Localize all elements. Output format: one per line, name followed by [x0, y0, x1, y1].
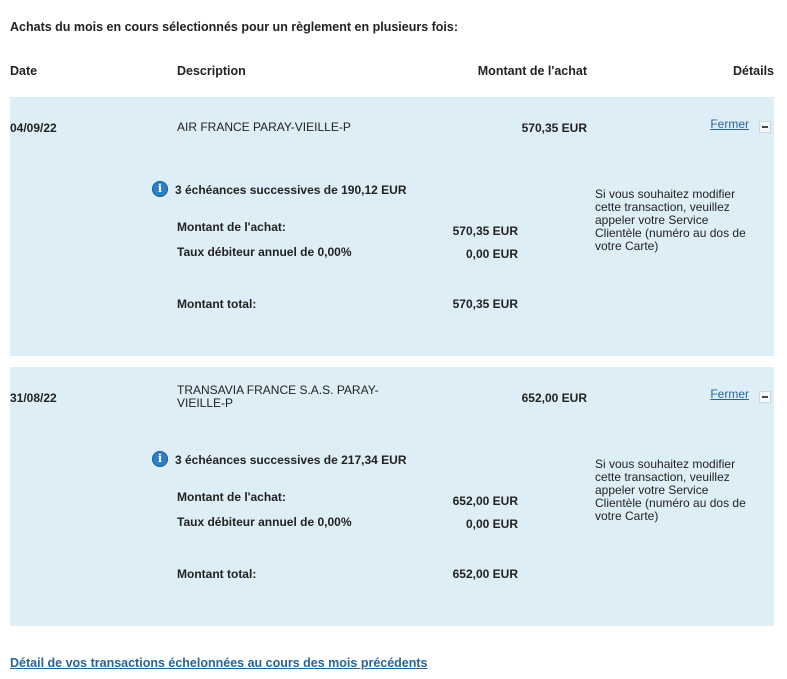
close-details-link[interactable]: Fermer [710, 387, 749, 401]
transaction-date: 04/09/22 [10, 121, 57, 135]
purchase-amount-label: Montant de l'achat: [177, 490, 286, 504]
header-details: Détails [733, 64, 774, 78]
info-icon: i [152, 181, 168, 197]
purchase-amount-value: 570,35 EUR [452, 224, 518, 238]
installments-summary: 3 échéances successives de 217,34 EUR [175, 453, 407, 467]
collapse-minus-icon[interactable] [759, 121, 771, 133]
transaction-description: AIR FRANCE PARAY-VIEILLE-P [177, 120, 351, 134]
total-amount-label: Montant total: [177, 567, 257, 581]
header-date: Date [10, 64, 38, 78]
annual-rate-value: 0,00 EUR [465, 247, 518, 261]
total-amount-label: Montant total: [177, 297, 257, 311]
transaction-panel: 04/09/22 AIR FRANCE PARAY-VIEILLE-P 570,… [10, 97, 774, 356]
modify-transaction-note: Si vous souhaitez modifier cette transac… [595, 187, 746, 253]
annual-rate-label: Taux débiteur annuel de 0,00% [177, 515, 352, 529]
previous-months-link[interactable]: Détail de vos transactions échelonnées a… [10, 656, 428, 670]
purchase-amount-label: Montant de l'achat: [177, 220, 286, 234]
total-amount-value: 570,35 EUR [452, 297, 518, 311]
header-description: Description [177, 64, 246, 78]
total-amount-value: 652,00 EUR [452, 567, 518, 581]
info-icon: i [152, 451, 168, 467]
transaction-amount: 652,00 EUR [521, 391, 587, 405]
page-intro: Achats du mois en cours sélectionnés pou… [10, 20, 459, 34]
collapse-minus-icon[interactable] [759, 391, 771, 403]
annual-rate-value: 0,00 EUR [465, 517, 518, 531]
modify-transaction-note: Si vous souhaitez modifier cette transac… [595, 457, 746, 523]
transaction-amount: 570,35 EUR [521, 121, 587, 135]
purchase-amount-value: 652,00 EUR [452, 494, 518, 508]
installments-summary: 3 échéances successives de 190,12 EUR [175, 183, 407, 197]
header-amount: Montant de l'achat [477, 64, 587, 78]
transaction-panel: 31/08/22 TRANSAVIA FRANCE S.A.S. PARAY-V… [10, 367, 774, 626]
transaction-description: TRANSAVIA FRANCE S.A.S. PARAY-VIEILLE-P [177, 383, 379, 410]
transaction-date: 31/08/22 [10, 391, 57, 405]
close-details-link[interactable]: Fermer [710, 117, 749, 131]
annual-rate-label: Taux débiteur annuel de 0,00% [177, 245, 352, 259]
